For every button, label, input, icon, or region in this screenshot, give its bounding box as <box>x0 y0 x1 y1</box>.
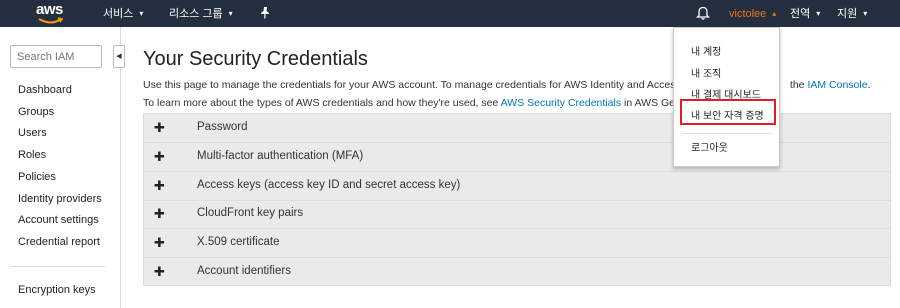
expand-icon: ✚ <box>154 264 165 279</box>
expand-icon: ✚ <box>154 149 165 164</box>
intro-text: the <box>789 79 805 91</box>
top-navigation-bar: aws 서비스 ▾ 리소스 그룹 ▾ victolee ▴ 전역 ▾ 지원 ▾ <box>0 0 900 27</box>
chevron-down-icon: ▾ <box>139 9 144 18</box>
support-menu[interactable]: 지원 ▾ <box>837 0 867 27</box>
bell-icon[interactable] <box>696 6 710 21</box>
section-label: X.509 certificate <box>197 236 280 248</box>
services-menu[interactable]: 서비스 ▾ <box>103 0 143 27</box>
username-label: victolee <box>729 8 767 20</box>
services-label: 서비스 <box>103 8 134 20</box>
expand-icon: ✚ <box>154 120 165 135</box>
chevron-down-icon: ▾ <box>228 9 233 18</box>
accordion-account-identifiers[interactable]: ✚ Account identifiers <box>144 258 892 287</box>
aws-logo-text: aws <box>36 1 63 18</box>
intro-text: Use this page to manage the credentials … <box>143 79 710 91</box>
sidebar-item-roles[interactable]: Roles <box>18 149 46 161</box>
chevron-up-icon: ▴ <box>772 9 777 18</box>
sidebar-item-dashboard[interactable]: Dashboard <box>18 84 72 96</box>
intro-text: . <box>867 79 871 91</box>
menu-divider <box>682 133 772 134</box>
menu-item-my-organization[interactable]: 내 조직 <box>691 65 721 80</box>
aws-logo[interactable]: aws <box>36 1 66 25</box>
section-label: Account identifiers <box>197 265 291 277</box>
section-label: Multi-factor authentication (MFA) <box>197 150 364 162</box>
user-menu[interactable]: victolee ▴ <box>729 0 776 27</box>
collapse-sidebar-button[interactable]: ◀ <box>113 45 125 68</box>
aws-security-credentials-link[interactable]: AWS Security Credentials <box>501 97 621 109</box>
highlight-annotation-box <box>680 99 776 125</box>
sidebar-item-identity-providers[interactable]: Identity providers <box>18 193 102 205</box>
section-label: Password <box>197 121 248 133</box>
accordion-cloudfront-key-pairs[interactable]: ✚ CloudFront key pairs <box>144 200 892 229</box>
sidebar-item-groups[interactable]: Groups <box>18 106 54 118</box>
accordion-x509-certificate[interactable]: ✚ X.509 certificate <box>144 229 892 258</box>
page-title: Your Security Credentials <box>143 48 368 70</box>
sidebar-divider <box>10 266 105 267</box>
aws-smile-icon <box>38 17 64 24</box>
sidebar-item-account-settings[interactable]: Account settings <box>18 214 99 226</box>
search-iam-input[interactable] <box>10 45 102 68</box>
intro-text: To learn more about the types of AWS cre… <box>143 97 499 109</box>
menu-item-my-account[interactable]: 내 계정 <box>691 43 721 58</box>
chevron-down-icon: ▾ <box>816 9 821 18</box>
pin-icon[interactable] <box>258 6 272 20</box>
expand-icon: ✚ <box>154 206 165 221</box>
resource-groups-label: 리소스 그룹 <box>169 8 223 20</box>
section-label: Access keys (access key ID and secret ac… <box>197 179 461 191</box>
support-label: 지원 <box>837 8 858 20</box>
region-label: 전역 <box>790 8 811 20</box>
accordion-access-keys[interactable]: ✚ Access keys (access key ID and secret … <box>144 172 892 201</box>
iam-console-link[interactable]: IAM Console <box>807 79 867 91</box>
section-label: CloudFront key pairs <box>197 207 304 219</box>
menu-item-logout[interactable]: 로그아웃 <box>691 139 728 154</box>
chevron-down-icon: ▾ <box>863 9 868 18</box>
expand-icon: ✚ <box>154 235 165 250</box>
sidebar-item-encryption-keys[interactable]: Encryption keys <box>18 284 96 296</box>
sidebar-item-users[interactable]: Users <box>18 127 47 139</box>
iam-sidebar: ◀ Dashboard Groups Users Roles Policies … <box>0 27 125 308</box>
intro-line-2: To learn more about the types of AWS cre… <box>143 97 709 109</box>
region-menu[interactable]: 전역 ▾ <box>790 0 820 27</box>
sidebar-item-policies[interactable]: Policies <box>18 171 56 183</box>
sidebar-item-credential-report[interactable]: Credential report <box>18 236 100 248</box>
resource-groups-menu[interactable]: 리소스 그룹 ▾ <box>169 0 233 27</box>
expand-icon: ✚ <box>154 178 165 193</box>
user-dropdown-menu: 내 계정 내 조직 내 결제 대시보드 내 보안 자격 증명 로그아웃 <box>673 27 780 167</box>
